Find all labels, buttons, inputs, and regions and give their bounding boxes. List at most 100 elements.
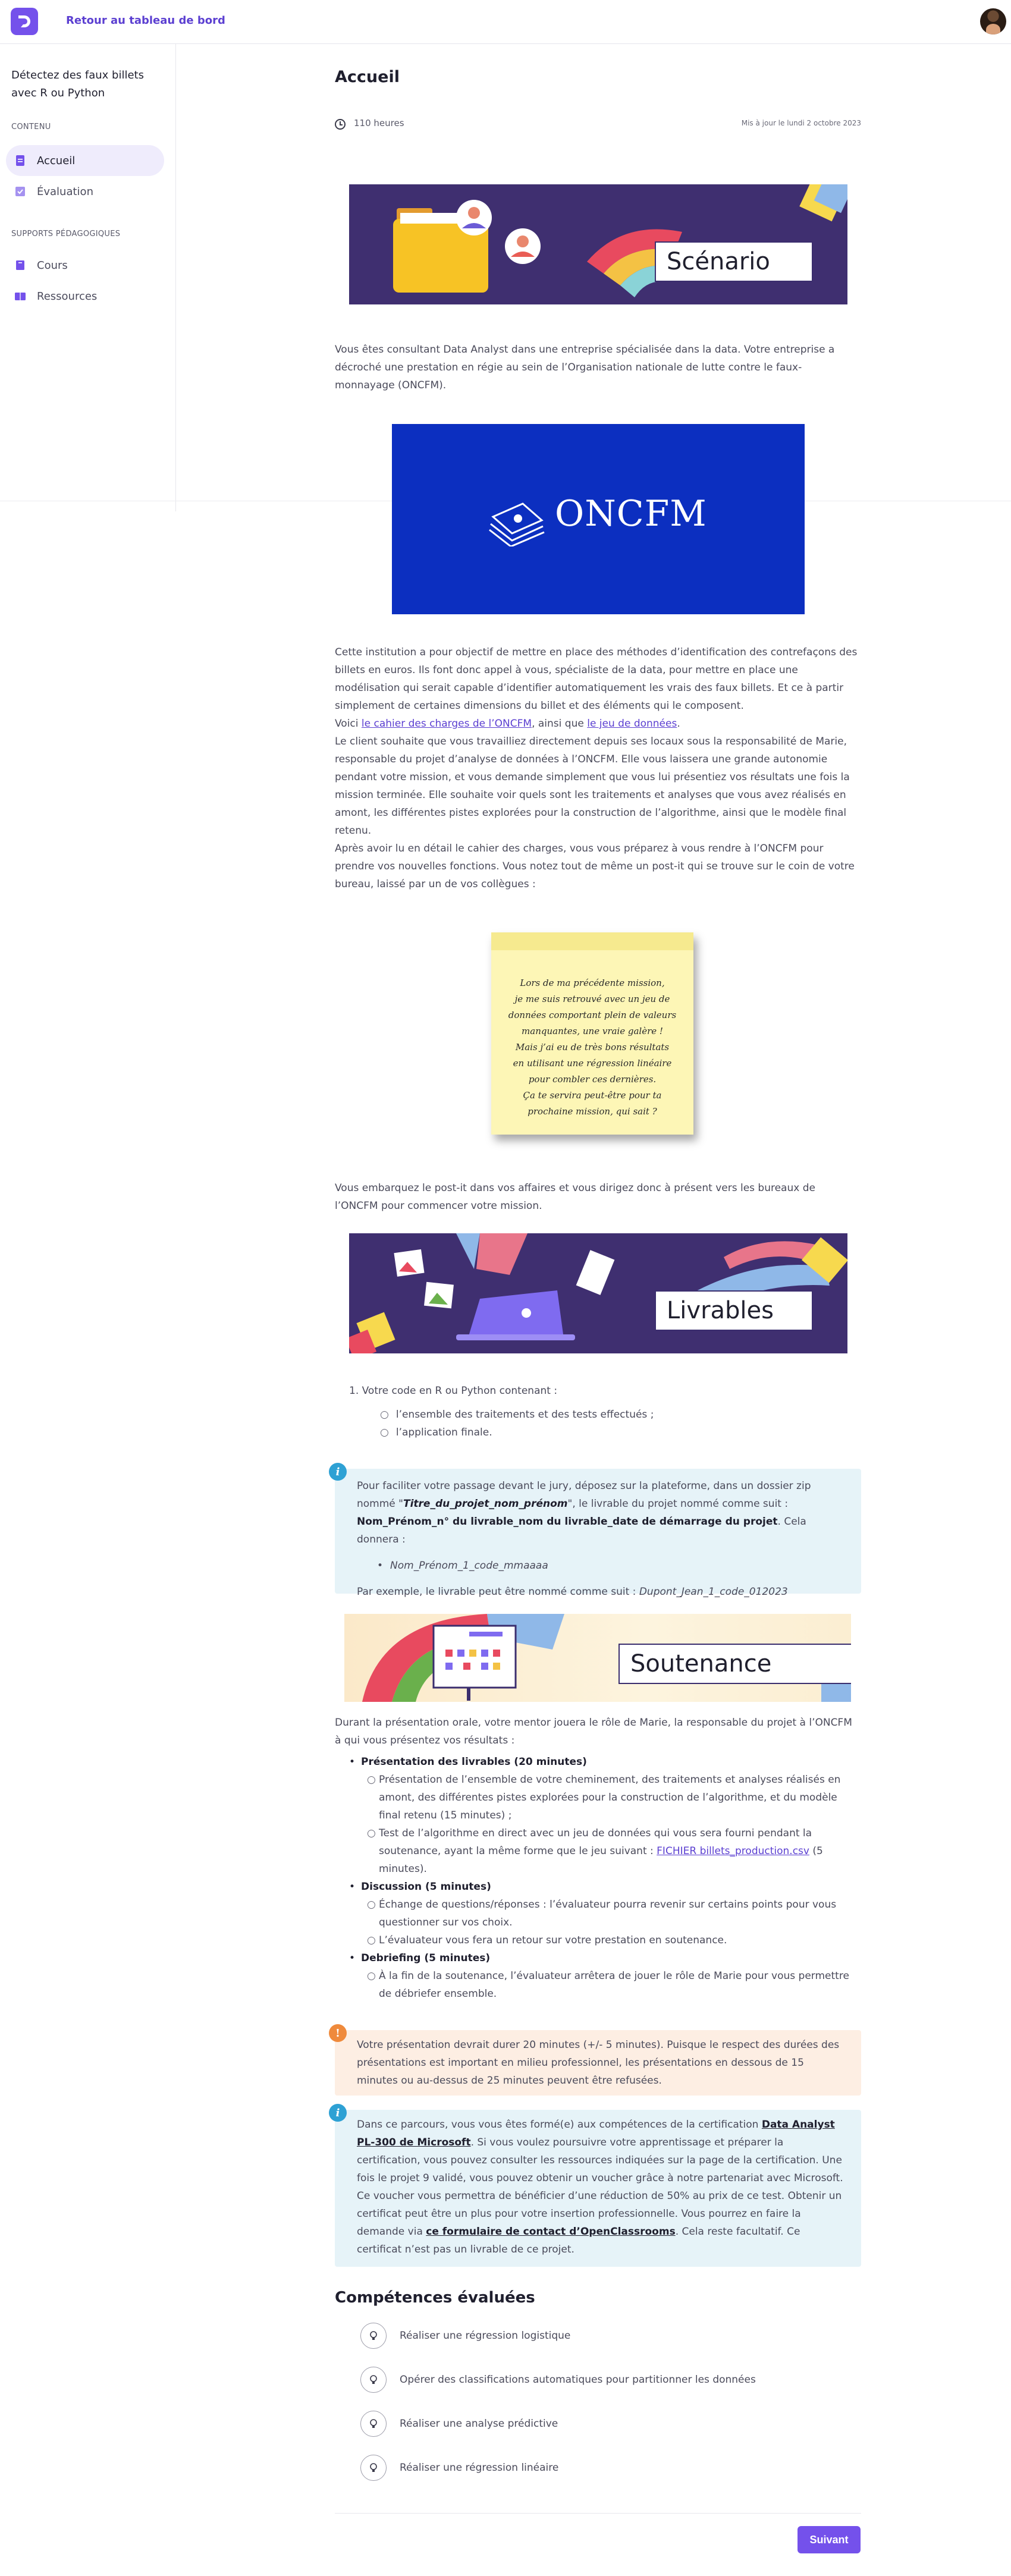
course-duration: 110 heures	[354, 118, 404, 128]
section-label-supports: SUPPORTS PÉDAGOGIQUES	[11, 230, 121, 238]
sidebar: Détectez des faux billets avec R ou Pyth…	[0, 44, 176, 511]
soutenance-section: Durant la présentation orale, votre ment…	[335, 1714, 861, 2003]
info-icon: i	[329, 2104, 347, 2122]
livrables-sub-1-text: l’ensemble des traitements et des tests …	[395, 1409, 654, 1421]
postit-line: Mais j’ai eu de très bons résultats	[515, 1042, 670, 1053]
voici-mid: , ainsi que	[532, 718, 588, 730]
postit-text: Lors de ma précédente mission, je me sui…	[491, 975, 693, 1120]
lightbulb-icon	[360, 2455, 387, 2481]
soutenance-step-1-title: Présentation des livrables (20 minutes)	[361, 1756, 587, 1768]
bullet: •	[349, 1881, 356, 1893]
soutenance-step-1-b: ○ Test de l’algorithme en direct avec un …	[367, 1824, 861, 1878]
intro-paragraph-2: Cette institution a pour objectif de met…	[335, 646, 858, 712]
clock-icon	[335, 119, 346, 130]
oncfm-banner: ONCFM	[392, 424, 805, 614]
sidebar-item-label: Évaluation	[37, 185, 93, 198]
lightbulb-icon	[360, 2323, 387, 2349]
soutenance-step-2: • Discussion (5 minutes)	[349, 1878, 861, 1896]
sidebar-item-label: Accueil	[37, 154, 76, 167]
next-button[interactable]: Suivant	[798, 2526, 861, 2553]
postit-line: manquantes, une vraie galère !	[522, 1026, 663, 1036]
postit-line: prochaine mission, qui sait ?	[528, 1106, 657, 1117]
soutenance-step-3-a-text: À la fin de la soutenance, l’évaluateur …	[379, 1970, 849, 2000]
skill-label: Réaliser une régression logistique	[400, 2330, 571, 2342]
skill-label: Réaliser une régression linéaire	[400, 2462, 559, 2474]
livrables-sub-2-text: l’application finale.	[395, 1427, 492, 1438]
skill-item: Réaliser une régression logistique	[360, 2323, 570, 2349]
scenario-label: Scénario	[655, 241, 813, 282]
livrables-sub-2: ○ l’application finale.	[380, 1424, 861, 1441]
jeu-de-donnees-link[interactable]: le jeu de données	[587, 718, 677, 730]
billets-production-link[interactable]: FICHIER billets_production.csv	[657, 1845, 809, 1857]
voici-end: .	[677, 718, 680, 730]
circle-bullet: ○	[367, 1970, 376, 1982]
bullet: •	[349, 1952, 356, 1964]
circle-bullet: ○	[380, 1409, 389, 1421]
sidebar-item-label: Ressources	[37, 290, 98, 303]
intro-block: Cette institution a pour objectif de met…	[335, 643, 861, 893]
cahier-des-charges-link[interactable]: le cahier des charges de l’ONCFM	[362, 718, 532, 730]
skill-item: Opérer des classifications automatiques …	[360, 2367, 756, 2393]
soutenance-step-2-b: ○ L’évaluateur vous fera un retour sur vo…	[367, 1931, 861, 1949]
sidebar-item-ressources[interactable]: Ressources	[6, 281, 164, 312]
soutenance-step-2-title: Discussion (5 minutes)	[361, 1881, 491, 1893]
circle-bullet: ○	[380, 1427, 389, 1438]
postit-tape	[491, 932, 693, 950]
circle-bullet: ○	[367, 1827, 376, 1839]
user-avatar[interactable]	[980, 8, 1006, 34]
soutenance-step-3-a: ○ À la fin de la soutenance, l’évaluateur…	[367, 1967, 861, 2003]
scenario-banner: Scénario	[349, 184, 847, 304]
soutenance-step-3: • Debriefing (5 minutes)	[349, 1949, 861, 1967]
certification-middle: . Si vous voulez poursuivre votre appren…	[357, 2137, 843, 2238]
footer-divider	[335, 2513, 861, 2514]
info-line-3: Nom_Prénom_n° du livrable_nom du livrabl…	[357, 1513, 844, 1548]
postit-line: je me suis retrouvé avec un jeu de	[514, 994, 670, 1004]
soutenance-label: Soutenance	[618, 1644, 851, 1684]
sidebar-item-accueil[interactable]: Accueil	[6, 145, 164, 176]
postit-line: données comportant plein de valeurs	[508, 1010, 677, 1020]
livrables-label: Livrables	[655, 1290, 813, 1331]
circle-bullet: ○	[367, 1899, 376, 1911]
bullet: •	[377, 1560, 384, 1572]
intro-paragraph-1: Vous êtes consultant Data Analyst dans u…	[335, 344, 835, 391]
certification-callout: i Dans ce parcours, vous vous êtes formé…	[329, 2104, 861, 2267]
contact-form-link[interactable]: ce formulaire de contact d’OpenClassroom…	[426, 2226, 675, 2238]
info-icon: i	[329, 1463, 347, 1481]
soutenance-intro: Durant la présentation orale, votre ment…	[335, 1717, 852, 1746]
document-icon	[14, 155, 26, 167]
lightbulb-icon	[360, 2411, 387, 2437]
warning-text: Votre présentation devrait durer 20 minu…	[357, 2039, 840, 2087]
info-callout: i Pour faciliter votre passage devant le…	[329, 1463, 861, 1598]
info-line-3-bold: Nom_Prénom_n° du livrable_nom du livrabl…	[357, 1516, 778, 1528]
sidebar-item-cours[interactable]: Cours	[6, 250, 164, 281]
livrables-banner: Livrables	[349, 1233, 847, 1353]
sidebar-item-label: Cours	[37, 259, 68, 272]
sidebar-item-evaluation[interactable]: Évaluation	[6, 176, 164, 207]
skill-label: Opérer des classifications automatiques …	[400, 2374, 756, 2386]
soutenance-step-2-b-text: L’évaluateur vous fera un retour sur vot…	[379, 1934, 727, 1946]
openclassrooms-logo[interactable]	[11, 8, 38, 35]
circle-bullet: ○	[367, 1934, 376, 1946]
info-example-prefix: Par exemple, le livrable peut être nommé…	[357, 1586, 639, 1598]
soutenance-banner: Soutenance	[344, 1614, 851, 1702]
soutenance-step-3-title: Debriefing (5 minutes)	[361, 1952, 491, 1964]
page-title: Accueil	[335, 68, 400, 86]
livrables-item-1: 1. Votre code en R ou Python contenant :	[349, 1385, 558, 1397]
info-callout-text: Pour faciliter votre passage devant le j…	[357, 1477, 844, 1601]
section-label-content: CONTENU	[11, 122, 51, 131]
postit-line: Lors de ma précédente mission,	[520, 978, 665, 988]
lightbulb-icon	[360, 2367, 387, 2393]
postit-line: en utilisant une régression linéaire	[513, 1058, 672, 1069]
soutenance-step-1-a-text: Présentation de l’ensemble de votre chem…	[379, 1774, 841, 1821]
back-to-dashboard-link[interactable]: Retour au tableau de bord	[66, 14, 225, 27]
voici-prefix: Voici	[335, 718, 362, 730]
circle-bullet: ○	[367, 1774, 376, 1786]
certification-prefix: Dans ce parcours, vous vous êtes formé(e…	[357, 2119, 762, 2131]
meta-row: 110 heures Mis à jour le lundi 2 octobre…	[335, 118, 861, 132]
info-line-2-bold: Titre_du_projet_nom_prénom	[403, 1498, 568, 1510]
folder-book-icon	[14, 290, 26, 302]
postit-note: Lors de ma précédente mission, je me sui…	[491, 932, 693, 1135]
postit-line: Ça te servira peut-être pour ta	[523, 1090, 662, 1101]
info-line-1: Pour faciliter votre passage devant le j…	[357, 1480, 811, 1492]
intro-paragraph-3: Le client souhaite que vous travailliez …	[335, 736, 850, 837]
